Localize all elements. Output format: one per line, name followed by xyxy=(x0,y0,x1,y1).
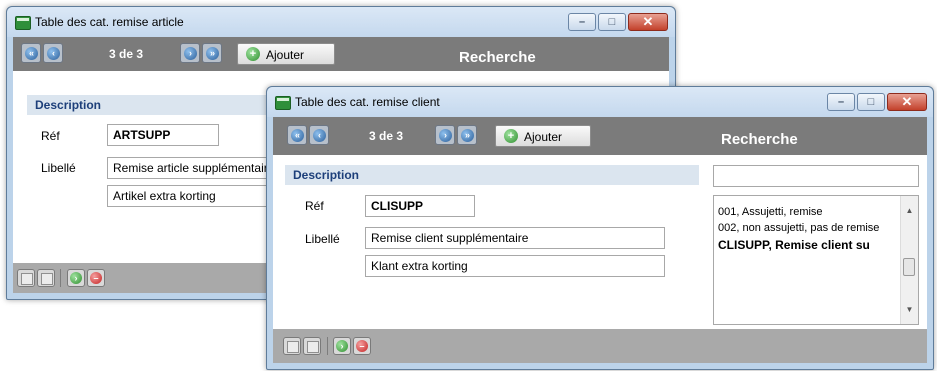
validate-button[interactable]: › xyxy=(333,337,351,355)
add-icon: + xyxy=(504,129,518,143)
list-item[interactable]: CLISUPP, Remise client su xyxy=(718,238,870,252)
minimize-button[interactable]: – xyxy=(827,93,855,111)
libelle-label: Libellé xyxy=(41,161,76,175)
scroll-thumb[interactable] xyxy=(903,258,915,276)
client-window-title: Table des cat. remise client xyxy=(295,95,440,109)
close-icon: ✕ xyxy=(642,14,654,29)
libelle-fr-field[interactable]: Remise client supplémentaire xyxy=(365,227,665,249)
app-icon xyxy=(15,16,31,30)
search-title: Recherche xyxy=(459,49,536,66)
validate-button[interactable]: › xyxy=(67,269,85,287)
undo-button[interactable] xyxy=(303,337,321,355)
previous-icon: ‹ xyxy=(313,129,326,142)
close-icon: ✕ xyxy=(901,94,913,109)
add-button[interactable]: + Ajouter xyxy=(237,43,335,65)
last-record-button[interactable]: » xyxy=(202,43,222,63)
delete-button[interactable]: – xyxy=(87,269,105,287)
last-record-button[interactable]: » xyxy=(457,125,477,145)
record-counter: 3 de 3 xyxy=(369,129,404,143)
ref-label: Réf xyxy=(305,199,324,213)
ref-label: Réf xyxy=(41,129,60,143)
minimize-icon: – xyxy=(837,96,845,108)
next-icon: › xyxy=(184,47,197,60)
ref-field[interactable]: CLISUPP xyxy=(365,195,475,217)
first-icon: « xyxy=(25,47,38,60)
description-section: Description xyxy=(285,165,699,185)
search-input[interactable] xyxy=(713,165,919,187)
undo-button[interactable] xyxy=(37,269,55,287)
undo-icon xyxy=(307,341,319,353)
article-window-title: Table des cat. remise article xyxy=(35,15,184,29)
scroll-up-icon[interactable]: ▲ xyxy=(901,206,918,215)
add-button[interactable]: + Ajouter xyxy=(495,125,591,147)
record-counter: 3 de 3 xyxy=(109,47,144,61)
previous-record-button[interactable]: ‹ xyxy=(43,43,63,63)
add-icon: + xyxy=(246,47,260,61)
next-record-button[interactable]: › xyxy=(180,43,200,63)
next-record-button[interactable]: › xyxy=(435,125,455,145)
list-scrollbar[interactable]: ▲ ▼ xyxy=(900,196,918,324)
libelle-nl-field[interactable]: Klant extra korting xyxy=(365,255,665,277)
maximize-button[interactable]: □ xyxy=(598,13,626,31)
add-label: Ajouter xyxy=(266,48,305,62)
last-icon: » xyxy=(461,129,474,142)
libelle-label: Libellé xyxy=(305,232,340,246)
scroll-down-icon[interactable]: ▼ xyxy=(901,305,918,314)
last-icon: » xyxy=(206,47,219,60)
client-window: Table des cat. remise client – □ ✕ « ‹ 3… xyxy=(266,86,934,370)
delete-button[interactable]: – xyxy=(353,337,371,355)
validate-icon: › xyxy=(336,340,348,352)
article-toolbar: « ‹ 3 de 3 › » + Ajouter Recherche xyxy=(13,37,669,71)
save-icon xyxy=(287,341,299,353)
save-button[interactable] xyxy=(283,337,301,355)
list-item[interactable]: 002, non assujetti, pas de remise xyxy=(718,222,879,234)
client-toolbar: « ‹ 3 de 3 › » + Ajouter Recherche xyxy=(273,117,927,155)
undo-icon xyxy=(41,273,53,285)
maximize-button[interactable]: □ xyxy=(857,93,885,111)
list-item[interactable]: 001, Assujetti, remise xyxy=(718,206,823,218)
libelle-nl-field[interactable]: Artikel extra korting xyxy=(107,185,287,207)
previous-record-button[interactable]: ‹ xyxy=(309,125,329,145)
save-button[interactable] xyxy=(17,269,35,287)
save-icon xyxy=(21,273,33,285)
validate-icon: › xyxy=(70,272,82,284)
search-results-list[interactable]: 001, Assujetti, remise 002, non assujett… xyxy=(713,195,919,325)
client-titlebar: Table des cat. remise client – □ ✕ xyxy=(267,87,933,117)
minimize-icon: – xyxy=(578,16,586,28)
previous-icon: ‹ xyxy=(47,47,60,60)
maximize-icon: □ xyxy=(867,96,875,108)
description-section: Description xyxy=(27,95,277,115)
libelle-fr-field[interactable]: Remise article supplémentaire xyxy=(107,157,287,179)
maximize-icon: □ xyxy=(608,16,616,28)
delete-icon: – xyxy=(90,272,102,284)
first-record-button[interactable]: « xyxy=(21,43,41,63)
app-icon xyxy=(275,96,291,110)
footer-separator xyxy=(60,269,61,287)
close-button[interactable]: ✕ xyxy=(628,13,668,31)
search-title: Recherche xyxy=(721,131,798,148)
client-client: « ‹ 3 de 3 › » + Ajouter Recherche Descr… xyxy=(273,117,927,363)
minimize-button[interactable]: – xyxy=(568,13,596,31)
footer-separator xyxy=(327,337,328,355)
first-icon: « xyxy=(291,129,304,142)
first-record-button[interactable]: « xyxy=(287,125,307,145)
article-titlebar: Table des cat. remise article – □ ✕ xyxy=(7,7,675,37)
delete-icon: – xyxy=(356,340,368,352)
add-label: Ajouter xyxy=(524,130,563,144)
client-footer: › – xyxy=(273,329,927,363)
next-icon: › xyxy=(439,129,452,142)
ref-field[interactable]: ARTSUPP xyxy=(107,124,219,146)
close-button[interactable]: ✕ xyxy=(887,93,927,111)
